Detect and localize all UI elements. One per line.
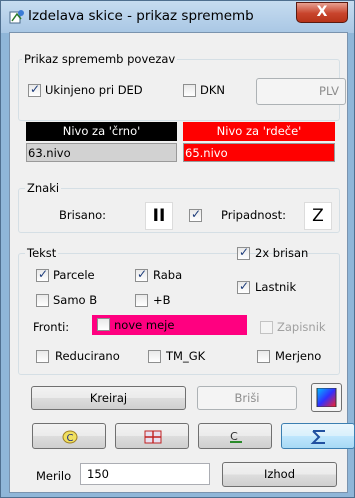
- plusb-label: +B: [153, 293, 171, 307]
- layer-green-icon: C: [230, 430, 242, 443]
- reducirano-checkbox[interactable]: [36, 350, 49, 363]
- fronti-label: Fronti:: [33, 320, 70, 334]
- brisan2x-checkbox[interactable]: [237, 245, 250, 260]
- znaki-group-label: Znaki: [25, 181, 62, 195]
- nivo-rdece-header: Nivo za 'rdeče': [183, 122, 335, 141]
- merilo-input[interactable]: 150: [80, 463, 210, 485]
- ukinjeno-label: Ukinjeno pri DED: [45, 83, 143, 97]
- nove-meje-label: nove meje: [114, 318, 175, 332]
- plusb-checkbox[interactable]: [135, 294, 148, 307]
- plv-label: PLV: [319, 84, 339, 98]
- nivo-crno-select[interactable]: 63.nivo: [26, 143, 177, 162]
- brisi-button[interactable]: Briši: [197, 386, 297, 410]
- merjeno-label: Merjeno: [275, 349, 322, 363]
- nove-meje-field[interactable]: nove meje: [92, 315, 247, 335]
- reducirano-label: Reducirano: [55, 349, 120, 363]
- tekst-group-label: Tekst: [25, 246, 59, 260]
- svg-text:C: C: [67, 433, 74, 444]
- merilo-value: 150: [87, 467, 109, 481]
- raba-checkbox[interactable]: [135, 267, 148, 282]
- raba-label: Raba: [153, 268, 183, 282]
- color-picker-button[interactable]: [311, 383, 342, 412]
- parcele-label: Parcele: [53, 268, 95, 282]
- tool-button-2[interactable]: [115, 423, 189, 449]
- plv-button[interactable]: PLV: [256, 78, 346, 105]
- tmgk-label: TM_GK: [166, 349, 206, 363]
- merilo-label: Merilo: [36, 469, 72, 483]
- nove-meje-checkbox[interactable]: [97, 318, 110, 331]
- dkn-label: DKN: [200, 83, 225, 97]
- brisano-symbol[interactable]: II: [145, 202, 173, 230]
- pripadnost-label: Pripadnost:: [221, 208, 287, 222]
- izhod-button[interactable]: Izhod: [222, 462, 337, 487]
- title-bar[interactable]: Izdelava skice - prikaz sprememb X: [1, 1, 354, 33]
- lastnik-label: Lastnik: [255, 280, 297, 294]
- layer-blue-icon: C: [62, 430, 78, 444]
- color-swatch-icon: [316, 388, 337, 407]
- tool-button-3[interactable]: C: [198, 423, 272, 449]
- dkn-checkbox[interactable]: [183, 84, 196, 97]
- zapisnik-checkbox[interactable]: [260, 321, 273, 334]
- layer-red-icon: [144, 430, 162, 444]
- zapisnik-label: Zapisnik: [277, 320, 326, 334]
- brisan2x-label: 2x brisan: [255, 246, 309, 260]
- app-icon: [9, 10, 24, 24]
- close-button[interactable]: X: [296, 2, 348, 23]
- samob-checkbox[interactable]: [36, 294, 49, 307]
- dialog-window: Izdelava skice - prikaz sprememb X Prika…: [0, 0, 355, 498]
- nivo-crno-value: 63.nivo: [28, 146, 71, 160]
- tmgk-checkbox[interactable]: [148, 350, 161, 363]
- pripadnost-checkbox[interactable]: [189, 207, 202, 222]
- ukinjeno-checkbox[interactable]: [28, 82, 41, 97]
- window-title: Izdelava skice - prikaz sprememb: [28, 8, 254, 24]
- povezav-group-label: Prikaz sprememb povezav: [22, 52, 178, 66]
- tool-button-1[interactable]: C: [32, 423, 106, 449]
- nivo-rdece-select[interactable]: 65.nivo: [183, 143, 335, 162]
- sum-button[interactable]: [281, 423, 355, 449]
- pripadnost-symbol[interactable]: Z: [304, 202, 332, 230]
- parcele-checkbox[interactable]: [36, 267, 49, 282]
- nivo-crno-header: Nivo za 'črno': [26, 122, 177, 141]
- samob-label: Samo B: [53, 293, 98, 307]
- merjeno-checkbox[interactable]: [257, 350, 270, 363]
- lastnik-checkbox[interactable]: [237, 279, 250, 294]
- nivo-rdece-value: 65.nivo: [185, 146, 228, 160]
- sigma-icon: [310, 430, 325, 444]
- dialog-client: Prikaz sprememb povezav Ukinjeno pri DED…: [9, 32, 355, 493]
- kreiraj-button[interactable]: Kreiraj: [31, 386, 186, 410]
- brisano-label: Brisano:: [59, 208, 107, 222]
